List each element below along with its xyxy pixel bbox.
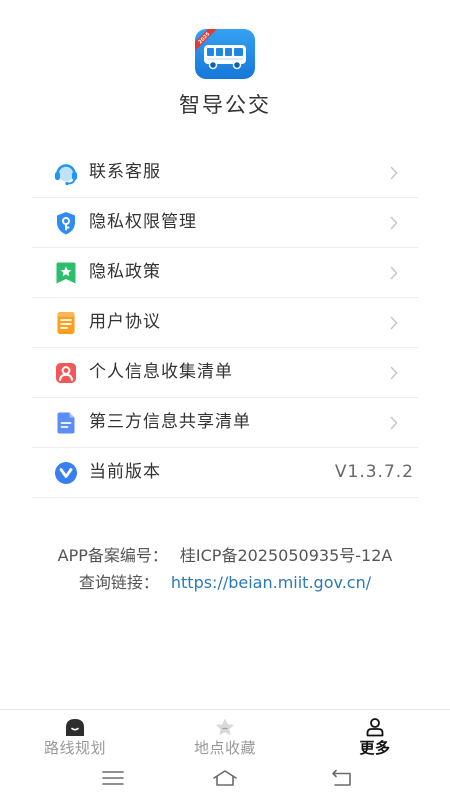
bookmark-star-icon: [56, 262, 76, 284]
menu-item-personal-info-list[interactable]: 个人信息收集清单: [32, 348, 418, 398]
tab-more[interactable]: 更多: [300, 710, 450, 763]
chevron-right-icon: [390, 266, 398, 280]
icp-line: APP备案编号： 桂ICP备2025050935号-12A: [0, 545, 450, 572]
chevron-right-icon: [390, 216, 398, 230]
settings-menu: 联系客服 隐私权限管理 隐私政策 用户协议 个人信息收集清单 第三方信息共享清单…: [32, 148, 418, 498]
bus-logo-icon: 2025: [195, 29, 255, 79]
menu-item-label: 用户协议: [89, 312, 161, 332]
user-icon: [366, 718, 384, 737]
icp-number: 桂ICP备2025050935号-12A: [179, 546, 393, 565]
route-icon: [66, 719, 84, 736]
document-lines-icon: [57, 412, 75, 434]
person-icon: [56, 363, 76, 383]
menu-item-current-version[interactable]: 当前版本 V1.3.7.2: [32, 448, 418, 498]
menu-item-label: 联系客服: [89, 162, 161, 182]
menu-item-label: 个人信息收集清单: [89, 362, 233, 382]
chevron-right-icon: [390, 366, 398, 380]
menu-icon[interactable]: [99, 767, 127, 789]
menu-item-privacy-policy[interactable]: 隐私政策: [32, 248, 418, 298]
query-link[interactable]: https://beian.miit.gov.cn/: [171, 573, 371, 592]
icp-footer: APP备案编号： 桂ICP备2025050935号-12A 查询链接： https:…: [0, 545, 450, 599]
chevron-right-icon: [390, 416, 398, 430]
app-name: 智导公交: [179, 93, 271, 117]
chevron-right-icon: [390, 316, 398, 330]
menu-item-label: 隐私政策: [89, 262, 161, 282]
tab-label: 更多: [359, 739, 391, 757]
bottom-tab-bar: 路线规划 地点收藏 更多: [0, 709, 450, 763]
menu-item-third-party-sharing[interactable]: 第三方信息共享清单: [32, 398, 418, 448]
version-icon: [55, 462, 77, 484]
icp-label: APP备案编号：: [57, 546, 168, 565]
system-navigation-bar: [0, 764, 450, 800]
query-link-label: 查询链接：: [78, 573, 159, 592]
tab-saved-places[interactable]: 地点收藏: [150, 710, 300, 763]
document-icon: [57, 312, 75, 334]
tab-label: 路线规划: [43, 739, 106, 757]
query-link-line: 查询链接： https://beian.miit.gov.cn/: [0, 572, 450, 599]
menu-item-label: 隐私权限管理: [89, 212, 197, 232]
back-icon[interactable]: [328, 767, 356, 789]
menu-item-privacy-permissions[interactable]: 隐私权限管理: [32, 198, 418, 248]
shield-key-icon: [57, 212, 75, 235]
headset-icon: [55, 164, 77, 186]
menu-item-label: 当前版本: [89, 462, 161, 482]
menu-item-customer-service[interactable]: 联系客服: [32, 148, 418, 198]
tab-label: 地点收藏: [193, 739, 256, 757]
more-page: 2025 智导公交 联系客服 隐私权限管理 隐私政策 用户协议 个人信息收集清单…: [0, 0, 450, 800]
version-number: V1.3.7.2: [334, 462, 414, 482]
menu-item-label: 第三方信息共享清单: [89, 412, 251, 432]
menu-item-user-agreement[interactable]: 用户协议: [32, 298, 418, 348]
tab-route-planning[interactable]: 路线规划: [0, 710, 150, 763]
chevron-right-icon: [390, 166, 398, 180]
home-icon[interactable]: [211, 767, 239, 789]
favorite-icon: [216, 718, 234, 736]
